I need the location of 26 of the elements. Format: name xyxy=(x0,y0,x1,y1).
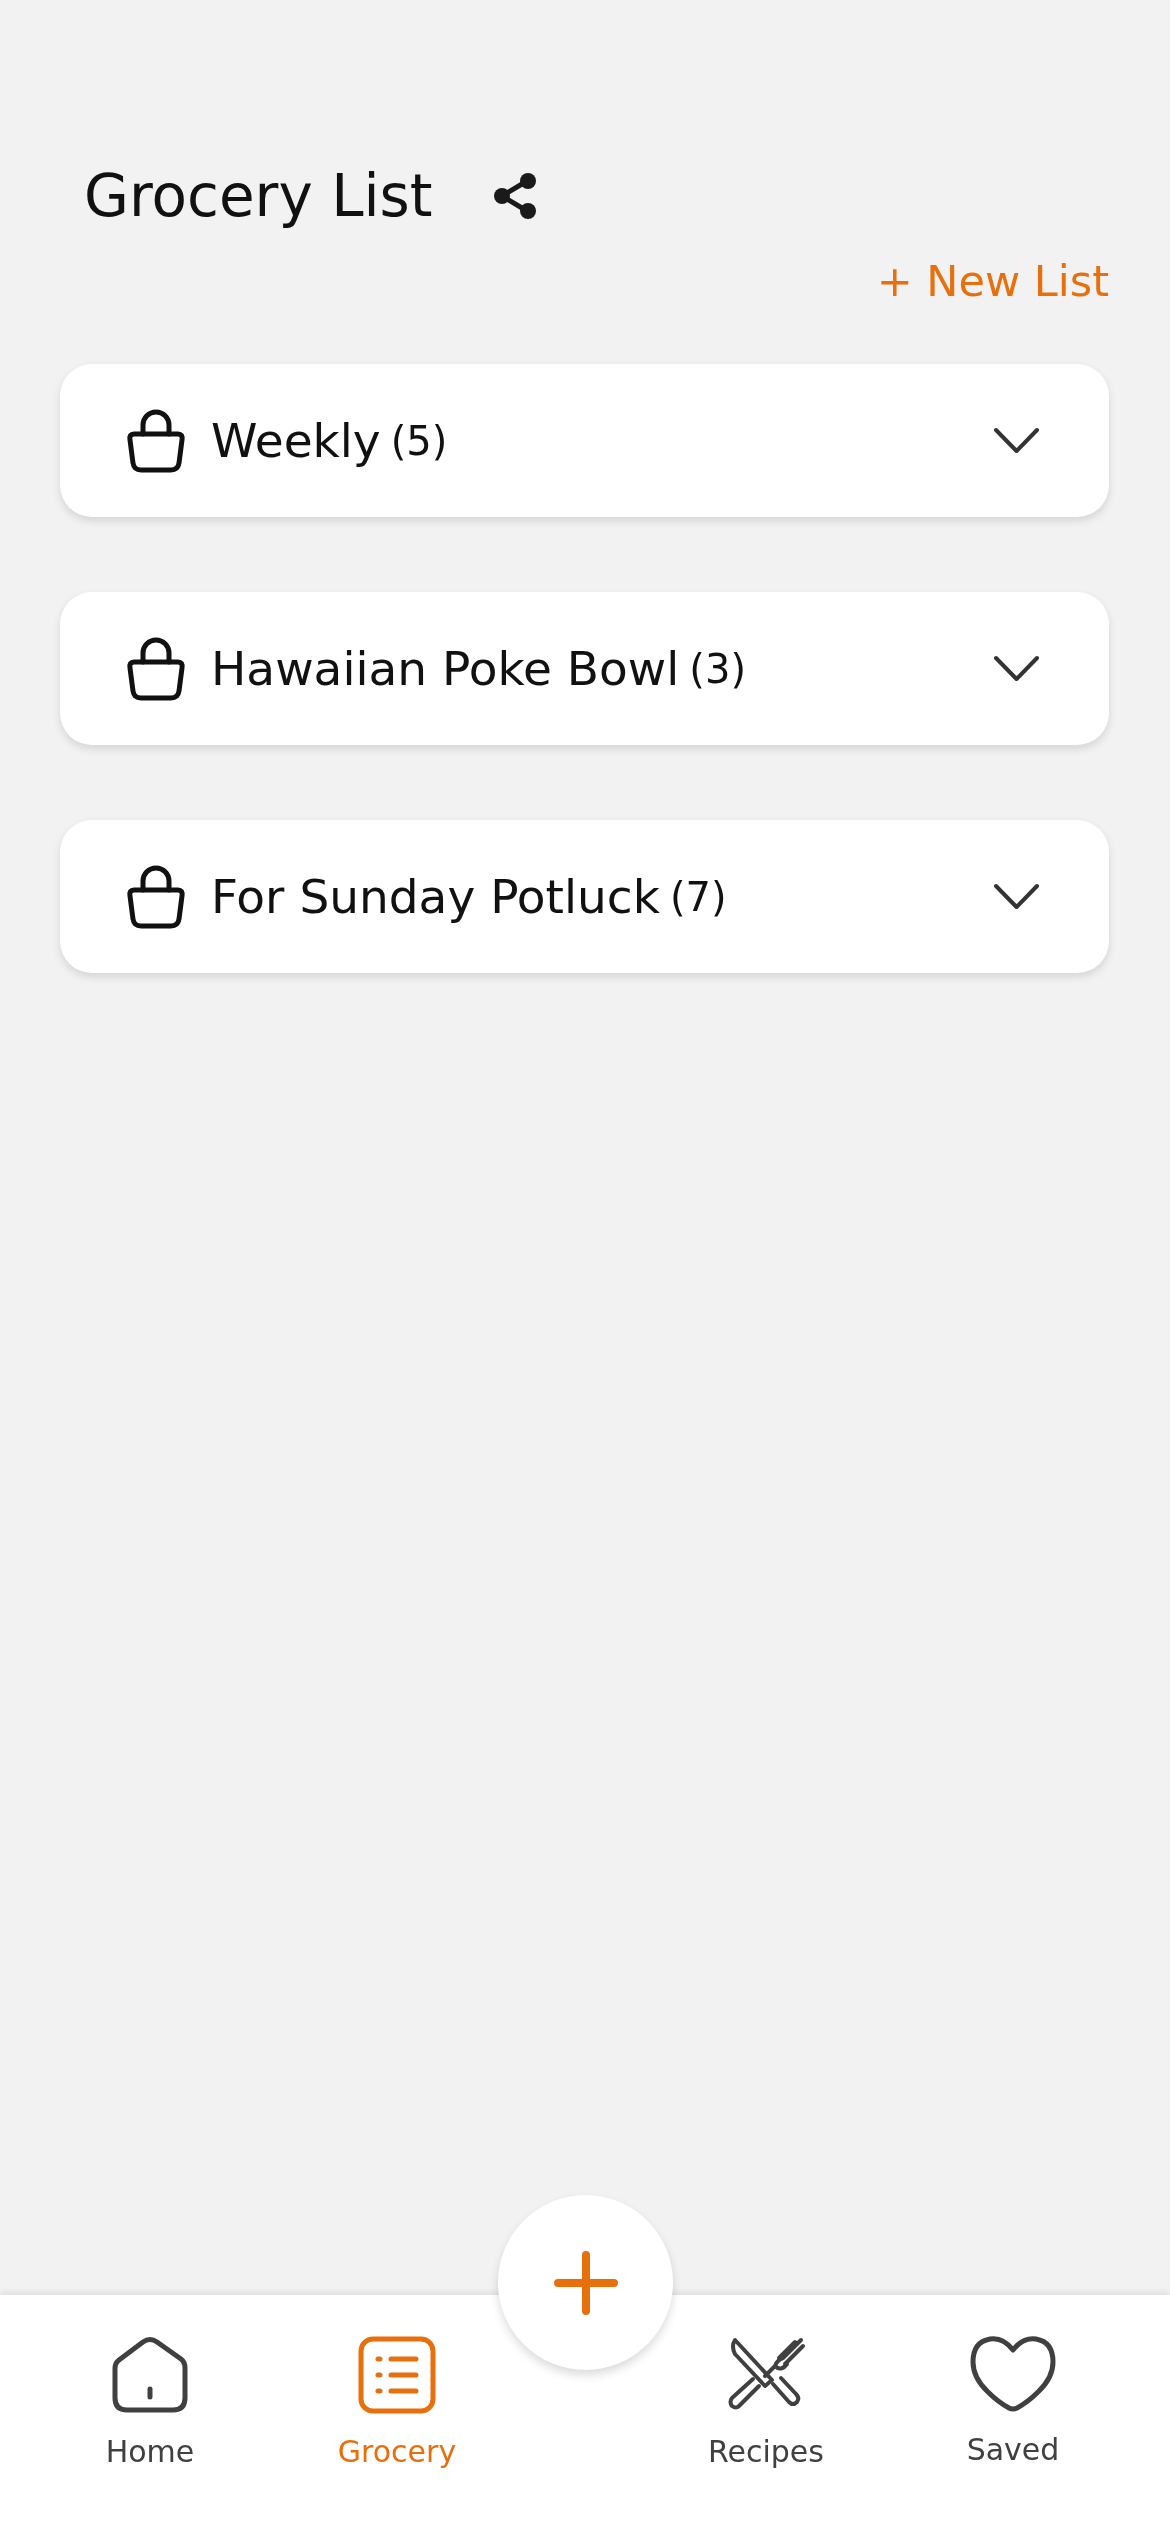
nav-label: Grocery xyxy=(337,2434,457,2470)
shopping-bag-icon xyxy=(125,864,187,929)
share-icon xyxy=(492,172,537,220)
nav-label: Saved xyxy=(966,2432,1060,2468)
share-button[interactable] xyxy=(492,172,537,220)
list-name: Weekly xyxy=(211,413,381,468)
list-name: Hawaiian Poke Bowl xyxy=(211,641,680,696)
shopping-bag-icon xyxy=(125,408,187,473)
grocery-list-card[interactable]: Weekly (5) xyxy=(60,364,1109,517)
grocery-list-card[interactable]: For Sunday Potluck (7) xyxy=(60,820,1109,973)
nav-label: Home xyxy=(105,2434,195,2470)
nav-label: Recipes xyxy=(708,2434,824,2470)
item-count: (5) xyxy=(390,417,448,464)
shopping-bag-icon xyxy=(125,636,187,701)
heart-icon xyxy=(970,2336,1056,2412)
list-name: For Sunday Potluck xyxy=(211,869,660,924)
page-title: Grocery List xyxy=(84,161,433,232)
nav-tab[interactable]: Saved xyxy=(966,2336,1060,2468)
nav-tab[interactable]: Home xyxy=(105,2336,195,2470)
home-icon xyxy=(111,2336,189,2414)
item-count: (7) xyxy=(669,873,727,920)
grocery-list-card[interactable]: Hawaiian Poke Bowl (3) xyxy=(60,592,1109,745)
nav-tab[interactable]: Recipes xyxy=(708,2336,824,2470)
item-count: (3) xyxy=(689,645,747,692)
list-icon xyxy=(358,2336,436,2414)
plus-icon xyxy=(553,2250,618,2315)
